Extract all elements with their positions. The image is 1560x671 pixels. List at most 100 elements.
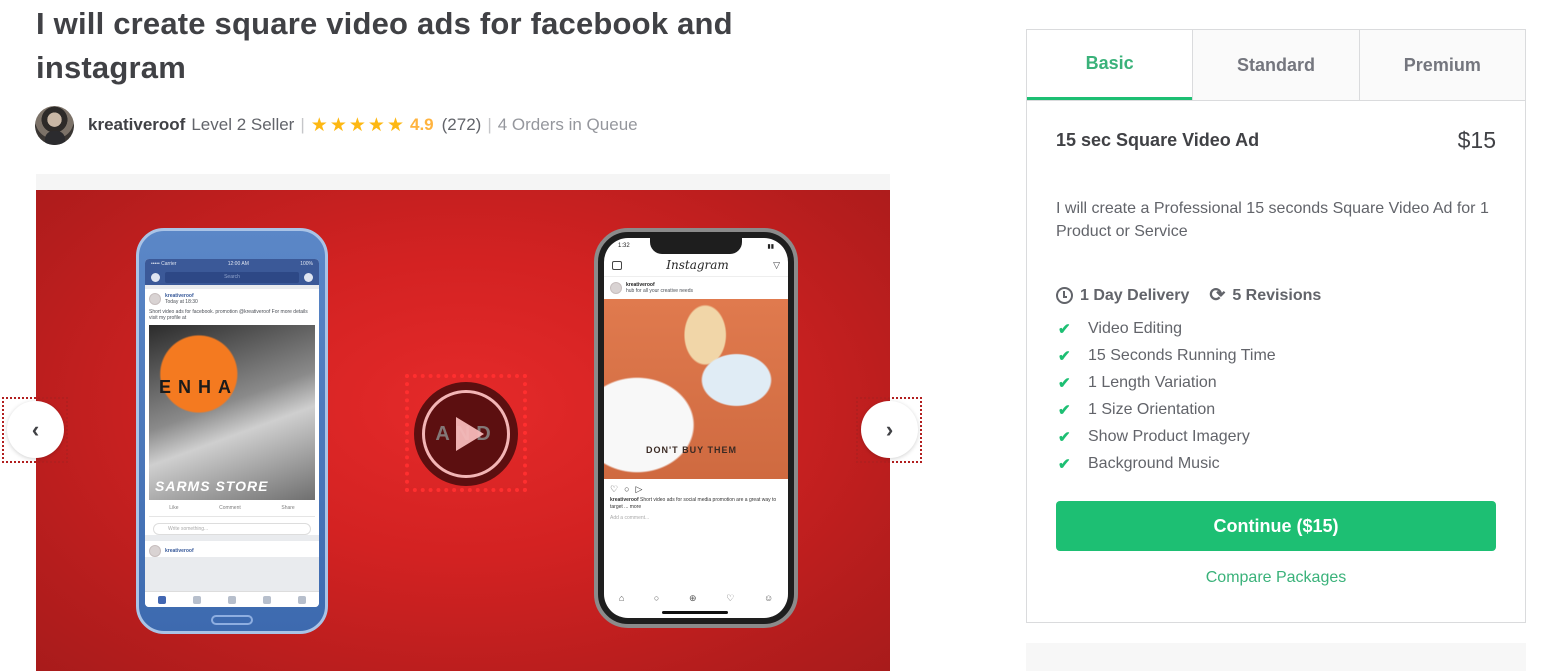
feature-item: ✔ 15 Seconds Running Time <box>1056 342 1496 369</box>
messenger-icon <box>304 272 313 282</box>
fb-post-image: ENHA SARMS STORE <box>149 325 315 500</box>
fb-search: Search <box>165 271 299 283</box>
menu-icon <box>297 595 306 604</box>
orders-in-queue: 4 Orders in Queue <box>497 115 638 134</box>
compare-packages-link[interactable]: Compare Packages <box>1056 569 1496 587</box>
star-icon: ★ <box>367 114 385 136</box>
check-icon: ✔ <box>1058 374 1071 392</box>
ig-post-actions: ♡ ○ ▷ <box>604 479 788 497</box>
ig-post-subtitle: hub for all your creative needs <box>626 288 693 294</box>
fb-post: kreativeroof Today at 18:30 Short video … <box>145 289 319 535</box>
ig-post-avatar <box>610 282 622 294</box>
star-icon: ★ <box>348 114 366 136</box>
ig-bottom-nav: ⌂ ○ ⊕ ♡ ☺ <box>604 593 788 604</box>
check-icon: ✔ <box>1058 347 1071 365</box>
instagram-screen: 1:32 ▮▮ Instagram ▽ kreativeroof hub for… <box>604 238 788 618</box>
fb-post-time: Today at 18:30 <box>165 299 198 305</box>
fb-post-avatar <box>149 545 161 557</box>
home-icon: ⌂ <box>618 593 625 603</box>
fb-like: Like <box>169 505 179 511</box>
gig-title: I will create square video ads for faceb… <box>36 6 733 85</box>
tab-basic[interactable]: Basic <box>1027 30 1193 100</box>
review-count-link[interactable]: (272) <box>442 115 482 135</box>
seller-overview: kreativeroof Level 2 Seller | ★ ★ ★ ★ ★ … <box>35 105 638 145</box>
package-price: $15 <box>1457 127 1496 153</box>
fb-top-bar: Search <box>145 269 319 285</box>
gig-page: I will create square video ads for faceb… <box>0 0 1560 671</box>
add-post-icon: ⊕ <box>689 593 697 603</box>
feature-item: ✔ Background Music <box>1056 450 1496 477</box>
star-icon: ★ <box>310 114 328 136</box>
phone-home-button <box>211 615 253 625</box>
clock-icon <box>1056 287 1073 304</box>
check-icon: ✔ <box>1058 455 1071 473</box>
refresh-icon: ⟳ <box>1209 285 1226 306</box>
fb-image-headline: ENHA <box>159 377 239 397</box>
fb-status-bar: ••••• Carrier 12:00 AM 100% <box>145 259 319 269</box>
gallery-prev-button[interactable]: ‹ <box>7 401 64 458</box>
feature-list: ✔ Video Editing ✔ 15 Seconds Running Time … <box>1056 315 1496 477</box>
feature-label: Video Editing <box>1088 319 1182 337</box>
ig-post-image: DON'T BUY THEM <box>604 299 788 479</box>
delivery-label: 1 Day Delivery <box>1080 286 1190 304</box>
facebook-screen: ••••• Carrier 12:00 AM 100% Search kreat… <box>145 259 319 607</box>
fb-image-brand: SARMS STORE <box>155 478 269 494</box>
ig-caption: kreativeroof Short video ads for social … <box>604 497 788 511</box>
fb-post-text: Short video ads for facebook. promotion … <box>149 309 308 321</box>
delivery-time: 1 Day Delivery <box>1056 287 1189 305</box>
check-icon: ✔ <box>1058 320 1071 338</box>
profile-icon: ☺ <box>763 593 774 603</box>
star-icon: ★ <box>329 114 347 136</box>
heart-icon: ♡ <box>610 484 619 494</box>
fb-share: Share <box>281 505 295 511</box>
gallery-next-button[interactable]: › <box>861 401 918 458</box>
play-icon <box>456 417 484 451</box>
play-video-button[interactable]: AND <box>414 382 518 486</box>
tab-standard[interactable]: Standard <box>1192 30 1359 100</box>
feature-item: ✔ Video Editing <box>1056 315 1496 342</box>
check-icon: ✔ <box>1058 428 1071 446</box>
seller-name-link[interactable]: kreativeroof <box>88 115 185 135</box>
phone-notch <box>650 238 742 254</box>
star-icon: ★ <box>386 114 404 136</box>
revisions: ⟳ 5 Revisions <box>1209 286 1321 305</box>
chevron-right-icon: › <box>885 416 894 442</box>
gallery-video-slide[interactable]: ••••• Carrier 12:00 AM 100% Search kreat… <box>36 190 890 671</box>
feature-item: ✔ Show Product Imagery <box>1056 423 1496 450</box>
send-icon: ▷ <box>635 484 643 494</box>
ig-post-header: kreativeroof hub for all your creative n… <box>604 277 788 299</box>
comment-icon: ○ <box>624 484 630 494</box>
search-icon: ○ <box>653 593 660 603</box>
seller-level: Level 2 Seller <box>191 115 295 134</box>
rating-score: 4.9 <box>410 115 434 134</box>
feature-label: 15 Seconds Running Time <box>1088 346 1276 364</box>
home-icon <box>158 595 167 604</box>
fb-comment: Comment <box>219 505 241 511</box>
instagram-phone-mockup: 1:32 ▮▮ Instagram ▽ kreativeroof hub for… <box>594 228 798 628</box>
fb-bottom-nav <box>145 591 319 607</box>
feature-item: ✔ 1 Length Variation <box>1056 369 1496 396</box>
seller-avatar[interactable] <box>35 105 74 145</box>
divider: | <box>300 115 305 134</box>
package-name: 15 sec Square Video Ad <box>1056 130 1260 150</box>
ig-add-comment: Add a comment... <box>610 515 650 521</box>
fb-post-author: kreativeroof <box>165 548 194 554</box>
feature-label: Background Music <box>1088 454 1220 472</box>
package-card: Basic Standard Premium 15 sec Square Vid… <box>1026 29 1526 623</box>
feature-item: ✔ 1 Size Orientation <box>1056 396 1496 423</box>
continue-button[interactable]: Continue ($15) <box>1056 501 1496 551</box>
feature-label: 1 Size Orientation <box>1088 400 1216 418</box>
feature-label: Show Product Imagery <box>1088 427 1250 445</box>
globe-icon <box>262 595 271 604</box>
package-tabs: Basic Standard Premium <box>1027 30 1525 101</box>
divider: | <box>487 115 492 134</box>
fb-time: 12:00 AM <box>227 261 249 267</box>
direct-message-icon: ▽ <box>773 259 780 270</box>
fb-carrier: ••••• Carrier <box>151 261 177 267</box>
tab-premium[interactable]: Premium <box>1358 30 1525 100</box>
fb-post-actions: Like Comment Share <box>149 500 315 517</box>
ig-image-caption: DON'T BUY THEM <box>646 445 737 455</box>
feature-label: 1 Length Variation <box>1088 373 1217 391</box>
star-rating[interactable]: ★ ★ ★ ★ ★ <box>311 116 404 135</box>
friends-icon <box>193 595 202 604</box>
